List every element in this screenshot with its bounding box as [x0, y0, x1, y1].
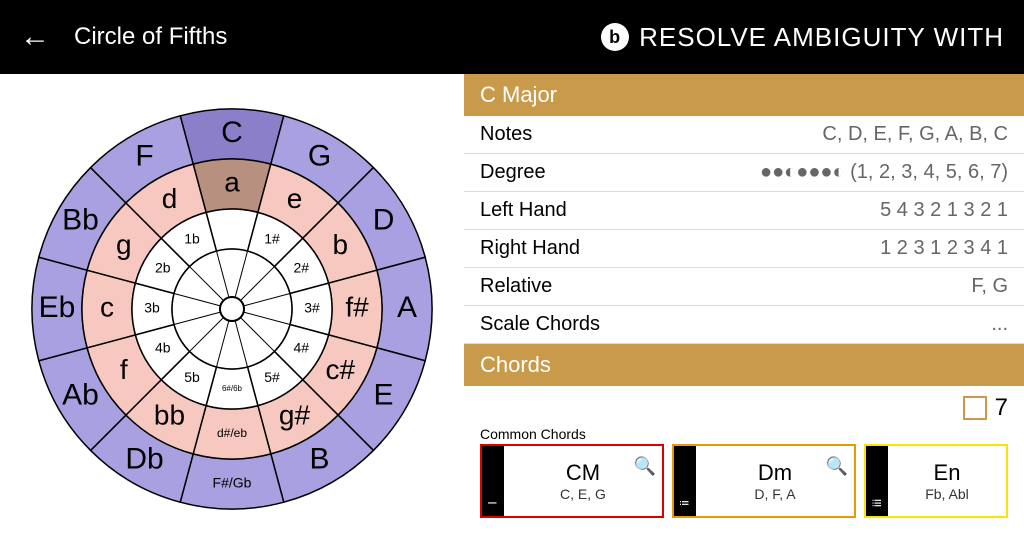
chord-card-dm[interactable]: ii 🔍 Dm D, F, A — [672, 444, 856, 518]
info-row-left-hand[interactable]: Left Hand 5 4 3 2 1 3 2 1 — [464, 192, 1024, 230]
chords-header: Chords — [464, 344, 1024, 386]
svg-text:3#: 3# — [304, 300, 320, 316]
circle-of-fifths-diagram[interactable]: Ca Ge 1# Db 2# Af# 3# Ec# 4# Bg# 5# F#/Gb d#/eb 6#/6b… — [0, 74, 464, 544]
info-value: ●●◐●●●◐ (1, 2, 3, 4, 5, 6, 7) — [760, 161, 1008, 184]
svg-text:6#/6b: 6#/6b — [222, 384, 243, 393]
svg-text:1b: 1b — [184, 230, 200, 246]
top-bar: ← Circle of Fifths b RESOLVE AMBIGUITY W… — [0, 0, 1024, 74]
info-row-notes[interactable]: Notes C, D, E, F, G, A, B, C — [464, 116, 1024, 154]
chord-name: Dm — [758, 460, 792, 486]
info-label: Right Hand — [480, 237, 580, 260]
svg-text:5b: 5b — [184, 369, 200, 385]
info-label: Relative — [480, 275, 552, 298]
svg-text:c#: c# — [325, 354, 355, 385]
info-value: 5 4 3 2 1 3 2 1 — [880, 199, 1008, 222]
svg-text:d#/eb: d#/eb — [217, 426, 247, 440]
scale-header: C Major — [464, 74, 1024, 116]
svg-text:4b: 4b — [155, 340, 171, 356]
magnify-icon[interactable]: 🔍 — [634, 456, 656, 477]
svg-text:f#: f# — [345, 291, 369, 322]
page-title: Circle of Fifths — [74, 23, 227, 51]
svg-text:c: c — [100, 291, 114, 322]
seventh-checkbox[interactable] — [963, 396, 987, 420]
center-dot — [220, 297, 244, 321]
chord-name: CM — [566, 460, 600, 486]
info-value: F, G — [971, 275, 1008, 298]
svg-text:F: F — [135, 139, 153, 172]
seventh-label: 7 — [995, 394, 1008, 422]
info-row-right-hand[interactable]: Right Hand 1 2 3 1 2 3 4 1 — [464, 230, 1024, 268]
svg-text:F#/Gb: F#/Gb — [213, 475, 252, 491]
info-row-scale-chords[interactable]: Scale Chords... — [464, 306, 1024, 344]
info-row-relative[interactable]: Relative F, G — [464, 268, 1024, 306]
chord-notes: C, E, G — [560, 486, 606, 502]
chord-card-en[interactable]: iii En Fb, Abl — [864, 444, 1008, 518]
svg-text:g#: g# — [279, 400, 311, 431]
magnify-icon[interactable]: 🔍 — [826, 456, 848, 477]
svg-text:G: G — [308, 139, 331, 172]
svg-text:Db: Db — [125, 442, 163, 475]
svg-text:4#: 4# — [293, 340, 309, 356]
svg-text:Eb: Eb — [39, 291, 76, 324]
info-label: Left Hand — [480, 199, 567, 222]
roman-numeral: I — [482, 446, 504, 516]
svg-text:2b: 2b — [155, 260, 171, 276]
svg-text:C: C — [221, 116, 243, 149]
svg-text:5#: 5# — [264, 369, 280, 385]
svg-text:D: D — [373, 203, 395, 236]
svg-text:d: d — [162, 183, 178, 214]
info-label: Notes — [480, 123, 532, 146]
svg-text:3b: 3b — [144, 300, 160, 316]
info-value: ... — [991, 313, 1008, 336]
svg-text:g: g — [116, 229, 132, 260]
info-row-degree[interactable]: Degree ●●◐●●●◐ (1, 2, 3, 4, 5, 6, 7) — [464, 154, 1024, 192]
info-label: Degree — [480, 161, 546, 184]
svg-text:b: b — [332, 229, 348, 260]
resolve-ambiguity-button[interactable]: b RESOLVE AMBIGUITY WITH — [601, 22, 1004, 53]
roman-numeral: iii — [866, 446, 888, 516]
info-label: Scale Chords — [480, 313, 600, 336]
svg-text:bb: bb — [154, 400, 185, 431]
svg-text:f: f — [120, 354, 128, 385]
svg-text:a: a — [224, 166, 240, 197]
common-chords-label: Common Chords — [480, 426, 1008, 442]
info-value: C, D, E, F, G, A, B, C — [822, 123, 1008, 146]
chord-notes: D, F, A — [754, 486, 795, 502]
back-arrow-icon[interactable]: ← — [20, 20, 50, 54]
svg-text:Ab: Ab — [62, 378, 99, 411]
info-value: 1 2 3 1 2 3 4 1 — [880, 237, 1008, 260]
chord-notes: Fb, Abl — [925, 486, 969, 502]
svg-text:A: A — [397, 291, 417, 324]
svg-text:2#: 2# — [293, 260, 309, 276]
svg-text:Bb: Bb — [62, 203, 99, 236]
flat-icon: b — [601, 23, 629, 51]
svg-text:e: e — [287, 183, 303, 214]
chord-card-cm[interactable]: I 🔍 CM C, E, G — [480, 444, 664, 518]
svg-text:E: E — [374, 378, 394, 411]
resolve-label: RESOLVE AMBIGUITY WITH — [639, 22, 1004, 53]
chord-name: En — [934, 460, 961, 486]
roman-numeral: ii — [674, 446, 696, 516]
svg-text:1#: 1# — [264, 230, 280, 246]
svg-text:B: B — [309, 442, 329, 475]
